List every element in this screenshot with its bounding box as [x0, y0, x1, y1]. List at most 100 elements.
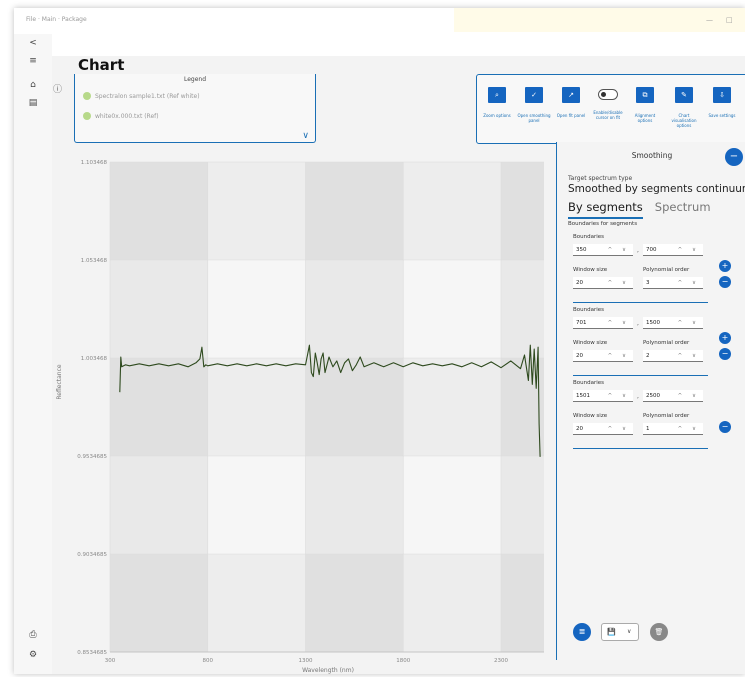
y-tick-label: 1.053468	[81, 258, 108, 264]
minimize-button[interactable]: —	[706, 16, 713, 24]
stepper-arrows-icon[interactable]: ^ ∨	[678, 244, 700, 256]
chart-background-bands	[110, 162, 544, 652]
smoothing-panel: Smoothing − Target spectrum type Smoothe…	[556, 142, 745, 660]
y-axis-label: Reflectance	[56, 364, 63, 399]
chevron-down-icon: ∨	[627, 628, 632, 635]
boundaries-label: Boundaries	[573, 380, 605, 386]
maximize-button[interactable]: □	[726, 16, 733, 24]
stepper-arrows-icon[interactable]: ^ ∨	[608, 277, 630, 289]
app-window: File · Main · Package — □ < ≡ ⌂ ▤ ⎙ ⚙ Ch…	[14, 8, 745, 674]
polynomial-order-field[interactable]: 2 ^ ∨	[643, 350, 703, 362]
zoom-options-button[interactable]: ⌕ Zoom options	[480, 87, 514, 118]
x-axis-label: Wavelength (nm)	[302, 667, 354, 674]
window-size-field[interactable]: 20 ^ ∨	[573, 350, 633, 362]
stepper-arrows-icon[interactable]: ^ ∨	[678, 317, 700, 329]
delete-segment-icon[interactable]: −	[719, 348, 731, 360]
boundary-from-field[interactable]: 1501 ^ ∨	[573, 390, 633, 402]
segment-divider	[573, 375, 708, 376]
stepper-arrows-icon[interactable]: ^ ∨	[608, 390, 630, 402]
legend-item-label: Spectralon sample1.txt (Ref white)	[95, 92, 200, 100]
panel-title: Smoothing	[631, 151, 673, 160]
legend-title: Legend	[183, 76, 207, 83]
boundary-from-field[interactable]: 350 ^ ∨	[573, 244, 633, 256]
toggle-switch[interactable]	[598, 89, 618, 100]
x-tick-label: 1300	[298, 658, 312, 664]
segment-card: Boundaries 350 ^ ∨ , 700 ^ ∨ Window size P…	[573, 234, 707, 304]
stepper-arrows-icon[interactable]: ^ ∨	[678, 277, 700, 289]
settings-icon[interactable]: ⚙	[27, 650, 39, 660]
window-size-field[interactable]: 20 ^ ∨	[573, 423, 633, 435]
stepper-arrows-icon[interactable]: ^ ∨	[678, 350, 700, 362]
y-tick-label: 1.103468	[81, 160, 108, 166]
window-size-label: Window size	[573, 340, 608, 346]
boundaries-label: Boundaries	[573, 234, 605, 240]
segment-divider	[573, 302, 708, 303]
boundary-from-field[interactable]: 701 ^ ∨	[573, 317, 633, 329]
stepper-arrows-icon[interactable]: ^ ∨	[678, 423, 700, 435]
boundary-to-field[interactable]: 1500 ^ ∨	[643, 317, 703, 329]
add-segment-button[interactable]: +	[719, 332, 731, 344]
legend-item-label: white0x.000.txt (Ref)	[95, 112, 159, 120]
legend-item[interactable]: white0x.000.txt (Ref)	[83, 112, 159, 120]
delete-segment-icon[interactable]: −	[719, 276, 731, 288]
back-icon[interactable]: <	[27, 38, 39, 48]
boundary-to-field[interactable]: 2500 ^ ∨	[643, 390, 703, 402]
disk-icon: 💾	[607, 628, 616, 636]
x-tick-label: 2300	[494, 658, 508, 664]
alignment-options-button[interactable]: ⧉ Alignment options	[628, 87, 662, 123]
polynomial-order-field[interactable]: 1 ^ ∨	[643, 423, 703, 435]
segment-card: Boundaries 701 ^ ∨ , 1500 ^ ∨ Window size …	[573, 307, 707, 377]
print-icon[interactable]: ⎙	[27, 630, 39, 640]
horizontal-band	[110, 554, 544, 652]
save-dropdown-button[interactable]: 💾 ∨	[601, 623, 639, 641]
stepper-arrows-icon[interactable]: ^ ∨	[678, 390, 700, 402]
stepper-arrows-icon[interactable]: ^ ∨	[608, 423, 630, 435]
horizontal-band	[110, 358, 544, 456]
window-size-label: Window size	[573, 413, 608, 419]
stepper-arrows-icon[interactable]: ^ ∨	[608, 350, 630, 362]
save-settings-button[interactable]: ⇩ Save settings	[705, 87, 739, 118]
x-tick-label: 300	[105, 658, 116, 664]
menu-icon[interactable]: ≡	[27, 56, 39, 66]
delete-button[interactable]: 🗑	[650, 623, 668, 641]
tab-by-segments[interactable]: By segments	[568, 200, 643, 219]
zoom-icon: ⌕	[488, 87, 506, 103]
title-bar: File · Main · Package — □	[14, 8, 745, 34]
add-segment-button[interactable]: +	[719, 260, 731, 272]
stepper-arrows-icon[interactable]: ^ ∨	[608, 317, 630, 329]
page-header	[52, 34, 745, 56]
y-tick-label: 1.003468	[81, 356, 108, 362]
segment-card: Boundaries 1501 ^ ∨ , 2500 ^ ∨ Window size…	[573, 380, 707, 450]
open-smoothing-panel-button[interactable]: ✓ Open smoothing panel	[517, 87, 551, 123]
target-spectrum-value[interactable]: Smoothed by segments continuum rem	[568, 183, 745, 195]
y-tick-label: 0.8534685	[77, 650, 107, 656]
info-icon[interactable]: ⓘ	[53, 82, 62, 95]
home-icon[interactable]: ⌂	[27, 80, 39, 90]
cursor-on-fit-toggle[interactable]: Enable/disable cursor on fit	[591, 87, 625, 120]
legend-item[interactable]: Spectralon sample1.txt (Ref white)	[83, 92, 200, 100]
library-icon[interactable]: ▤	[27, 98, 39, 108]
left-nav-rail: < ≡ ⌂ ▤ ⎙ ⚙	[14, 34, 52, 674]
apply-smoothing-button[interactable]: ≣	[573, 623, 591, 641]
chart-visualisation-options-button[interactable]: ✎ Chart visualisation options	[667, 87, 701, 128]
x-tick-label: 1800	[396, 658, 410, 664]
open-fit-panel-button[interactable]: ↗ Open fit panel	[554, 87, 588, 118]
polynomial-order-label: Polynomial order	[643, 413, 690, 419]
chevron-down-icon[interactable]: ∨	[302, 131, 309, 141]
title-bar-accent	[454, 8, 745, 32]
y-tick-label: 0.9034685	[77, 552, 107, 558]
y-tick-label: 0.9534685	[77, 454, 107, 460]
stepper-arrows-icon[interactable]: ^ ∨	[608, 244, 630, 256]
window-size-field[interactable]: 20 ^ ∨	[573, 277, 633, 289]
boundary-to-field[interactable]: 700 ^ ∨	[643, 244, 703, 256]
page-title: Chart	[78, 56, 125, 74]
tab-spectrum[interactable]: Spectrum	[655, 200, 711, 219]
collapse-panel-button[interactable]: −	[725, 148, 743, 166]
reflectance-chart[interactable]: 0.8534685 0.9034685 0.9534685 1.003468 1.053…	[52, 152, 558, 674]
target-spectrum-label: Target spectrum type	[568, 175, 633, 182]
x-tick-label: 800	[202, 658, 213, 664]
polynomial-order-label: Polynomial order	[643, 340, 690, 346]
main-content: Chart ⓘ Legend Spectralon sample1.txt (R…	[52, 34, 745, 674]
polynomial-order-field[interactable]: 3 ^ ∨	[643, 277, 703, 289]
delete-segment-icon[interactable]: −	[719, 421, 731, 433]
